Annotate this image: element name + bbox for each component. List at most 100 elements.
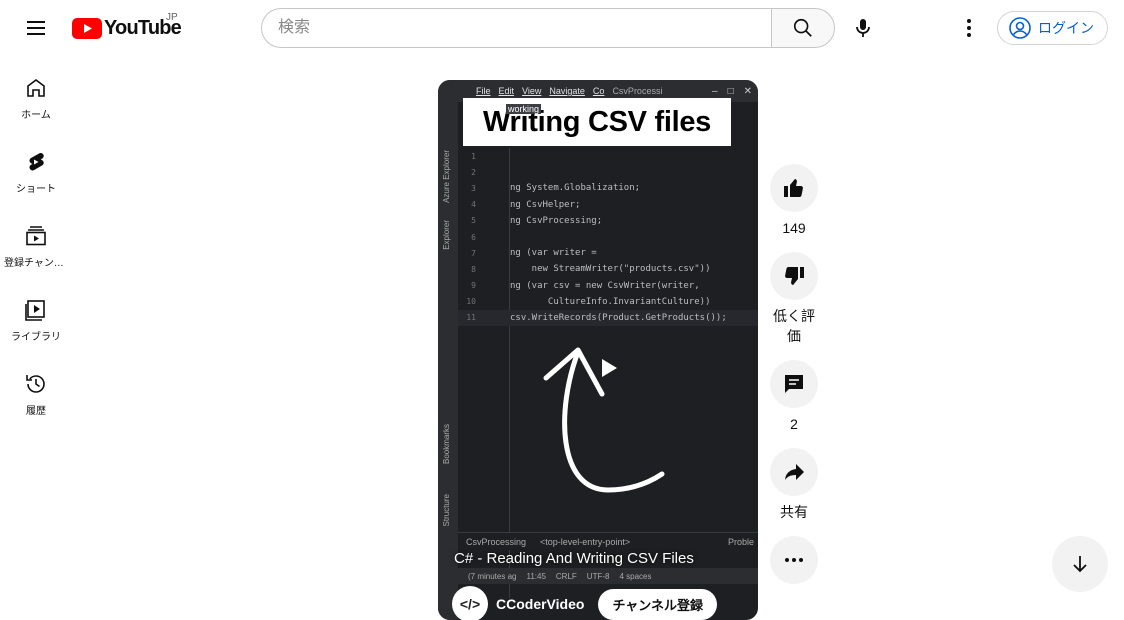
sidebar-item-library[interactable]: ライブラリ bbox=[0, 278, 72, 352]
microphone-icon bbox=[856, 19, 870, 37]
comment-action: 2 bbox=[770, 360, 818, 434]
ide-menu-item: Co bbox=[592, 86, 605, 96]
ide-tool-label: Azure Explorer bbox=[442, 150, 451, 203]
sidebar-item-label: ショート bbox=[16, 184, 56, 195]
share-button[interactable] bbox=[770, 448, 818, 496]
sidebar-item-label: ホーム bbox=[21, 110, 51, 121]
ide-project-name: CsvProcessi bbox=[612, 86, 663, 96]
sidebar-item-subscriptions[interactable]: 登録チャンネル bbox=[0, 204, 72, 278]
library-icon bbox=[25, 300, 45, 321]
like-count: 149 bbox=[782, 220, 806, 236]
youtube-play-logo-icon bbox=[72, 17, 102, 39]
code-line: 7 ng (var writer = bbox=[471, 248, 597, 259]
breadcrumb-item: <top-level-entry-point> bbox=[540, 536, 631, 547]
shorts-icon bbox=[29, 152, 44, 171]
arrow-down-icon bbox=[1073, 556, 1087, 573]
search-input[interactable] bbox=[261, 8, 771, 48]
channel-row: </> CCoderVideo チャンネル登録 bbox=[452, 586, 718, 620]
comment-count: 2 bbox=[790, 416, 798, 432]
code-line: 5 ng CsvProcessing; bbox=[471, 215, 603, 226]
share-action: 共有 bbox=[770, 448, 818, 522]
horizontal-dots-icon bbox=[785, 558, 803, 562]
ide-menu-item: View bbox=[522, 86, 542, 96]
ide-breadcrumb: CsvProcessing <top-level-entry-point> Pr… bbox=[458, 532, 758, 550]
ide-menu-item: Edit bbox=[498, 86, 515, 96]
hamburger-menu-icon bbox=[27, 21, 45, 35]
play-icon bbox=[602, 359, 617, 377]
login-label: ログイン bbox=[1038, 20, 1094, 36]
code-line: 3 ng System.Globalization; bbox=[471, 183, 641, 194]
status-item: 11:45 bbox=[526, 571, 546, 581]
ide-menu-item: Navigate bbox=[549, 86, 585, 96]
code-line: 11 csv.WriteRecords(Product.GetProducts()… bbox=[458, 309, 758, 327]
sidebar-item-label: 履歴 bbox=[26, 406, 46, 417]
vertical-dots-icon bbox=[967, 19, 971, 37]
subscriptions-icon bbox=[26, 226, 46, 246]
play-button[interactable] bbox=[588, 348, 628, 388]
account-icon bbox=[1009, 17, 1031, 39]
top-bar: YouTube JP ログイン bbox=[0, 0, 1124, 56]
status-item: 4 spaces bbox=[619, 571, 652, 581]
dislike-label: 低く評価 bbox=[773, 308, 815, 344]
sidebar: ホーム ショート 登録チャンネル ライブラリ 履歴 bbox=[0, 56, 72, 426]
sidebar-item-home[interactable]: ホーム bbox=[0, 56, 72, 130]
maximize-icon: □ bbox=[727, 85, 734, 97]
code-line: 1 bbox=[471, 151, 476, 161]
like-action: 149 bbox=[770, 164, 818, 238]
problems-label: Proble bbox=[727, 536, 754, 547]
login-button[interactable]: ログイン bbox=[997, 11, 1108, 45]
share-icon bbox=[785, 464, 804, 480]
sidebar-item-label: 登録チャンネル bbox=[4, 258, 68, 269]
home-icon bbox=[27, 79, 45, 97]
shorts-video-player[interactable]: File Edit View Navigate Co CsvProcessi –… bbox=[438, 80, 758, 620]
close-icon: ✕ bbox=[743, 85, 752, 97]
working-tag: working bbox=[506, 104, 542, 114]
comment-icon bbox=[785, 375, 803, 393]
search-icon bbox=[793, 18, 812, 37]
dislike-action: 低く評価 bbox=[770, 252, 818, 346]
thumbnail-title-banner: Writing CSV files bbox=[463, 98, 731, 146]
settings-more-button[interactable] bbox=[949, 8, 989, 48]
code-line: 9 ng (var csv = new CsvWriter(writer, bbox=[471, 280, 700, 291]
status-item: (7 minutes ag bbox=[468, 571, 517, 581]
voice-search-button[interactable] bbox=[843, 8, 883, 48]
status-item: UTF-8 bbox=[586, 571, 610, 581]
ide-status-bar: (7 minutes ag 11:45 CRLF UTF-8 4 spaces bbox=[438, 568, 758, 584]
sidebar-item-label: ライブラリ bbox=[11, 332, 61, 343]
thumbs-up-icon bbox=[784, 179, 803, 197]
status-item: CRLF bbox=[555, 571, 577, 581]
menu-button[interactable] bbox=[16, 8, 56, 48]
like-button[interactable] bbox=[770, 164, 818, 212]
sidebar-item-history[interactable]: 履歴 bbox=[0, 352, 72, 426]
code-line: 4 ng CsvHelper; bbox=[471, 199, 581, 210]
more-action bbox=[770, 536, 818, 584]
code-line: 10 CultureInfo.InvariantCulture)) bbox=[466, 296, 711, 307]
breadcrumb-item: CsvProcessing bbox=[466, 536, 527, 547]
minimize-icon: – bbox=[712, 85, 718, 97]
country-code: JP bbox=[166, 12, 178, 23]
more-actions-button[interactable] bbox=[770, 536, 818, 584]
subscribe-button[interactable]: チャンネル登録 bbox=[598, 588, 718, 620]
ide-tool-strip: Azure Explorer Explorer Bookmarks Struct… bbox=[438, 102, 458, 620]
action-buttons: 149 低く評価 2 共有 bbox=[770, 164, 818, 598]
next-video-button[interactable] bbox=[1052, 536, 1108, 592]
comments-button[interactable] bbox=[770, 360, 818, 408]
thumbs-down-icon bbox=[785, 267, 804, 285]
code-line: 8 new StreamWriter("products.csv")) bbox=[471, 264, 711, 275]
channel-avatar[interactable]: </> bbox=[452, 586, 488, 620]
dislike-button[interactable] bbox=[770, 252, 818, 300]
video-title[interactable]: C# - Reading And Writing CSV Files bbox=[454, 550, 694, 567]
youtube-logo[interactable]: YouTube bbox=[72, 16, 182, 40]
code-line: 6 bbox=[471, 232, 476, 242]
ide-menu-item: File bbox=[476, 86, 491, 96]
code-editor: 1 2 3 ng System.Globalization; 4 ng CsvHel… bbox=[458, 148, 758, 327]
history-icon bbox=[26, 375, 45, 393]
share-label: 共有 bbox=[780, 504, 808, 520]
search-button[interactable] bbox=[771, 8, 835, 48]
ide-tool-label: Structure bbox=[442, 494, 451, 527]
search-bar bbox=[261, 8, 835, 48]
ide-tool-label: Explorer bbox=[442, 220, 451, 250]
sidebar-item-shorts[interactable]: ショート bbox=[0, 130, 72, 204]
channel-name[interactable]: CCoderVideo bbox=[496, 596, 584, 612]
ide-tool-label: Bookmarks bbox=[442, 424, 451, 465]
